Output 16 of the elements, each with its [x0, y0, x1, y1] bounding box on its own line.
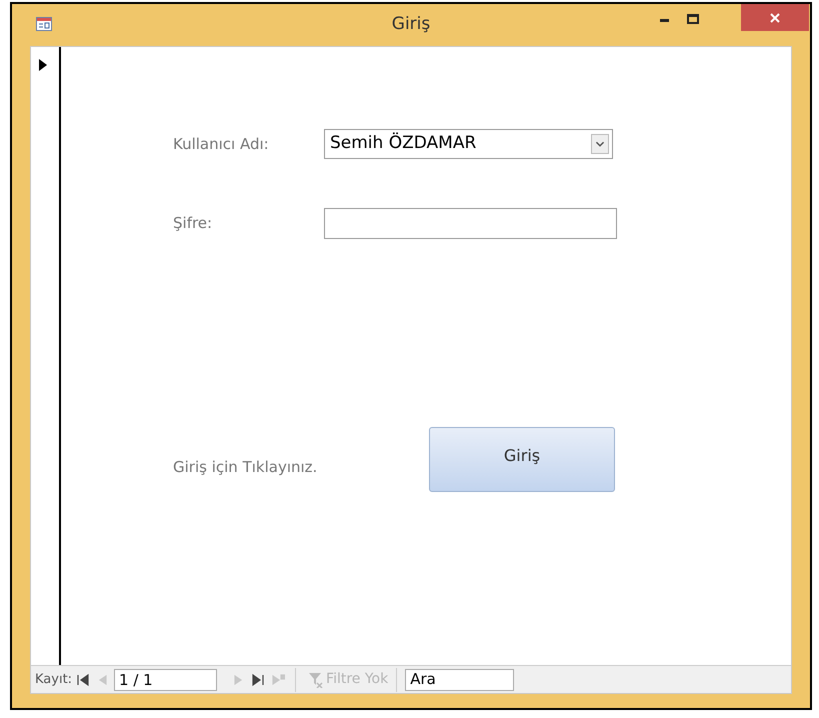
password-field[interactable]: [324, 208, 617, 238]
search-field[interactable]: Ara: [405, 668, 514, 690]
username-dropdown[interactable]: Semih ÖZDAMAR: [324, 129, 613, 159]
password-label: Şifre:: [173, 212, 214, 234]
login-button[interactable]: Giriş: [429, 427, 615, 492]
form-icon: [36, 17, 52, 31]
record-pointer-icon: [39, 59, 47, 71]
username-label: Kullanıcı Adı:: [173, 134, 270, 155]
filter-icon: [308, 672, 324, 688]
record-number-field[interactable]: 1 / 1: [114, 668, 218, 690]
record-label: Kayıt:: [35, 670, 72, 689]
close-icon: [770, 12, 780, 22]
hint-text: Giriş için Tıklayınız.: [173, 457, 318, 478]
last-record-button[interactable]: [251, 672, 266, 686]
first-record-button[interactable]: [76, 672, 90, 686]
window-title: Giriş: [392, 13, 430, 36]
